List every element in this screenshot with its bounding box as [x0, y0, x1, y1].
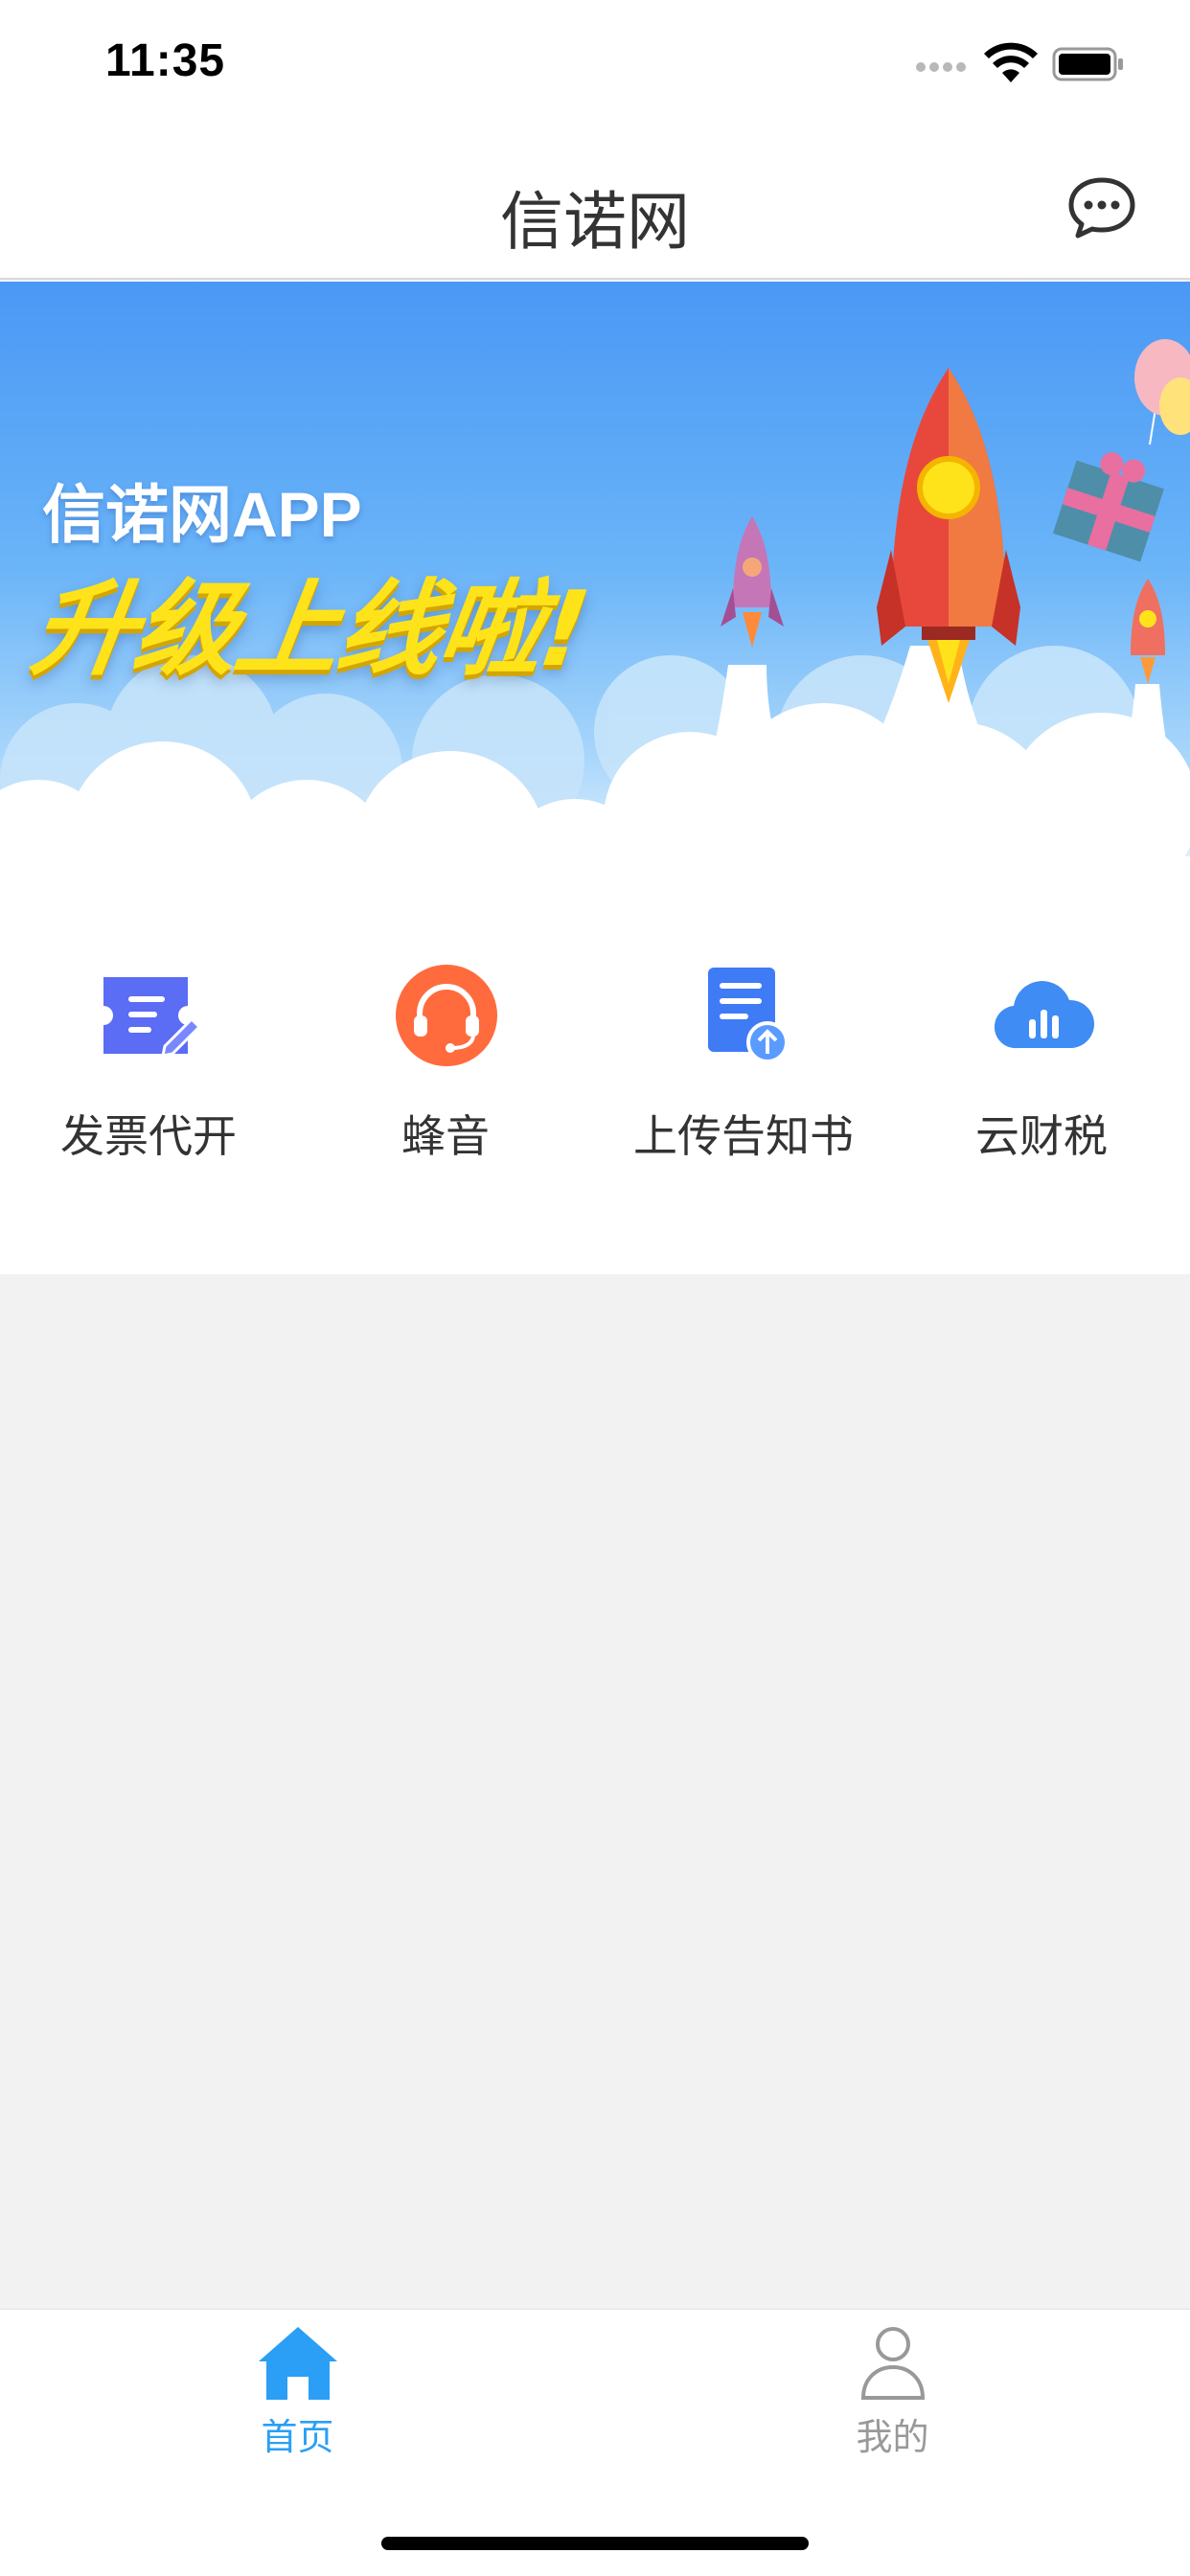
status-time: 11:35	[105, 35, 226, 86]
wifi-icon	[984, 42, 1038, 82]
quick-item-cloud-tax[interactable]: 云财税	[893, 914, 1190, 1274]
quick-item-label: 蜂音	[401, 1110, 490, 1162]
home-indicator[interactable]	[381, 2537, 809, 2550]
navigation-bar: 信诺网	[0, 134, 1190, 280]
tab-home-label: 首页	[261, 2416, 334, 2458]
quick-item-upload-notice[interactable]: 上传告知书	[595, 914, 892, 1274]
invoice-edit-icon	[103, 977, 202, 1058]
quick-item-label: 发票代开	[60, 1110, 237, 1162]
banner-title: 信诺网APP	[42, 479, 362, 550]
rocket-big-center	[877, 368, 1020, 703]
quick-item-label: 云财税	[975, 1110, 1108, 1162]
cloud-chart-icon	[994, 981, 1095, 1049]
headset-icon	[396, 965, 497, 1066]
quick-menu: 发票代开 蜂音 上传告知书 云财税	[0, 914, 1190, 1274]
tab-home[interactable]: 首页	[0, 2310, 595, 2482]
page-title: 信诺网	[500, 185, 690, 259]
message-icon[interactable]	[1065, 174, 1138, 241]
rocket-small-left	[721, 516, 784, 648]
tab-mine-label: 我的	[856, 2416, 929, 2458]
tab-mine[interactable]: 我的	[595, 2310, 1190, 2482]
gift-box	[1052, 452, 1164, 562]
battery-icon	[1052, 47, 1123, 81]
status-bar: 11:35	[0, 0, 1190, 134]
promo-banner[interactable]: 信诺网APP 升级上线啦!	[0, 282, 1190, 914]
banner-headline: 升级上线啦!	[24, 570, 595, 690]
quick-item-label: 上传告知书	[633, 1110, 854, 1162]
quick-item-fengyin[interactable]: 蜂音	[297, 914, 594, 1274]
quick-item-invoice[interactable]: 发票代开	[0, 914, 297, 1274]
document-upload-icon	[708, 968, 789, 1063]
rocket-small-right	[1131, 579, 1165, 684]
cellular-signal-icon	[916, 57, 972, 72]
user-icon	[860, 2327, 926, 2400]
home-icon	[259, 2327, 337, 2400]
